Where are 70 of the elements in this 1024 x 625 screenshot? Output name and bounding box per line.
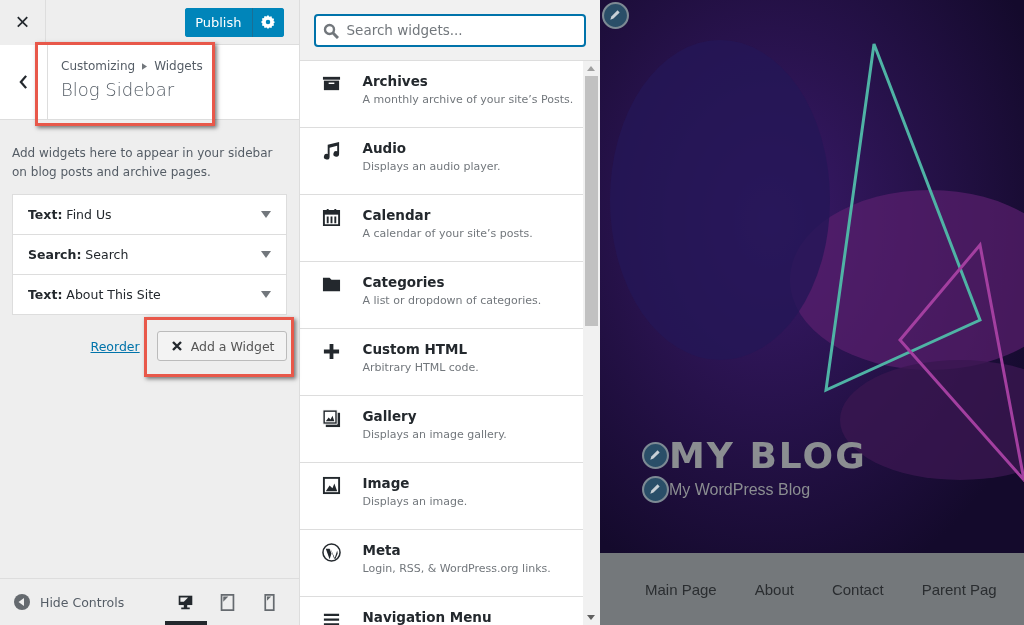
caret-down-icon [260,291,271,298]
widget-description: A monthly archive of your site’s Posts. [362,93,574,106]
triangle-right-icon [142,62,148,70]
caret-down-icon [260,211,271,218]
widget-name: Gallery [362,408,418,424]
settings-button[interactable] [251,7,284,37]
desktop-icon [177,593,194,611]
widget-description: Displays an image gallery. [362,428,507,441]
site-tagline: My WordPress Blog [669,480,811,499]
widget-title: Text: Find Us [28,207,112,222]
widget-name: Calendar [362,207,432,223]
widget-option[interactable]: Image Displays an image. [299,463,583,530]
image-icon [321,476,341,495]
caret-down-icon [260,251,271,258]
close-button[interactable]: × [0,0,46,45]
widget-title: Search: Search [28,247,129,262]
widget-item[interactable]: Text: About This Site [13,275,286,314]
scroll-up-icon [587,66,595,71]
hide-controls-button[interactable]: Hide Controls [0,594,125,610]
wordpress-logo-icon [321,543,341,562]
widget-description: Login, RSS, & WordPress.org links. [362,562,551,575]
widget-description: A list or dropdown of categories. [362,294,542,307]
widget-option[interactable]: Meta Login, RSS, & WordPress.org links. [299,530,583,597]
pencil-icon [602,2,629,29]
pencil-icon [642,442,669,469]
widget-name: Archives [362,73,429,89]
widget-option[interactable]: Custom HTML Arbitrary HTML code. [299,329,583,396]
widget-name: Audio [362,140,408,156]
breadcrumb-item: Customizing [61,59,136,73]
widget-name: Categories [362,274,446,290]
widget-name: Image [362,475,411,491]
widget-title: Text: About This Site [28,287,161,302]
plus-icon [321,342,341,361]
widget-name: Meta [362,542,402,558]
search-icon [322,22,339,39]
widget-name: Navigation Menu [362,609,492,625]
tablet-icon [219,593,236,611]
scrollbar-thumb[interactable] [584,76,598,326]
widget-option[interactable]: Audio Displays an audio player. [299,128,583,195]
pencil-icon [642,476,669,503]
widget-option[interactable]: Categories A list or dropdown of categories. [299,262,583,329]
add-widget-button[interactable]: Add a Widget [156,331,287,361]
calendar-icon [321,208,341,227]
scroll-down-icon [587,615,595,620]
widget-name: Custom HTML [362,341,469,357]
widget-item[interactable]: Text: Find Us [13,195,286,235]
widget-option[interactable]: Calendar A calendar of your site’s posts. [299,195,583,262]
widget-item[interactable]: Search: Search [13,235,286,275]
widget-description: Displays an audio player. [362,160,501,173]
widget-option[interactable]: Navigation Menu [299,597,583,625]
breadcrumb-item: Widgets [154,59,203,73]
chevron-left-icon [19,75,28,89]
settings-icon [261,15,275,29]
widget-option[interactable]: Gallery Displays an image gallery. [299,396,583,463]
widget-option[interactable]: Archives A monthly archive of your site’s Posts. [299,61,583,128]
widget-description: A calendar of your site’s posts. [362,227,533,240]
archive-box-icon [321,74,341,93]
panel-title: Blog Sidebar [61,79,176,100]
reorder-link[interactable]: Reorder [90,338,140,354]
site-title[interactable]: MY BLOG [669,435,867,476]
sidebar-description: Add widgets here to appear in your sidebar on blog posts and archive pages. [12,145,274,181]
widget-description: Arbitrary HTML code. [362,361,479,374]
widget-description: Displays an image. [362,495,468,508]
folder-icon [321,275,341,294]
gallery-icon [321,409,341,428]
mobile-icon [261,593,278,611]
collapse-icon [14,594,30,610]
search-field[interactable]: Search widgets... [313,13,586,47]
music-note-icon [321,141,341,160]
close-icon [171,341,182,351]
